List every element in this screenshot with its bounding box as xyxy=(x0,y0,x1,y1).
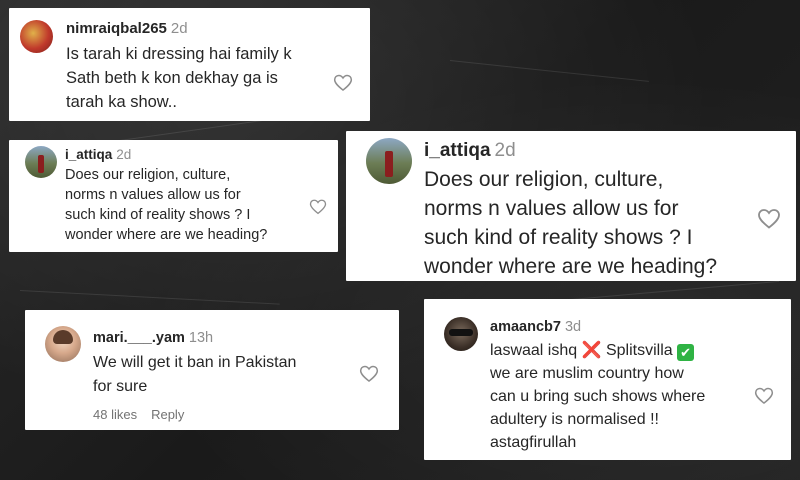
reply-button[interactable]: Reply xyxy=(151,407,184,422)
comment-text: laswaal ishq ❌ Splitsvilla ✔ we are musl… xyxy=(490,342,706,451)
comment-card: mari.___.yam 13h We will get it ban in Pa… xyxy=(25,310,399,430)
avatar[interactable] xyxy=(444,317,478,351)
background-texture xyxy=(19,290,280,305)
comment-card: i_attiqa 2d Does our religion, culture, n… xyxy=(9,140,338,252)
comment-age: 3d xyxy=(564,319,582,335)
likes-count[interactable]: 48 likes xyxy=(93,407,137,422)
check-mark-icon: ✔ xyxy=(677,344,695,361)
comment-text: We will get it ban in Pakistan for sure xyxy=(93,354,297,395)
comment-age: 2d xyxy=(170,20,188,37)
comment-username[interactable]: amaancb7 3d xyxy=(490,319,581,335)
heart-outline-icon[interactable] xyxy=(757,207,781,231)
comment-text: Does our religion, culture, norms n valu… xyxy=(65,167,268,243)
heart-outline-icon[interactable] xyxy=(359,364,379,384)
comment-username[interactable]: nimraiqbal265 2d xyxy=(66,20,188,37)
avatar[interactable] xyxy=(20,20,53,53)
comment-meta: 48 likes Reply xyxy=(93,407,198,422)
avatar[interactable] xyxy=(366,138,412,184)
comment-username[interactable]: i_attiqa 2d xyxy=(424,140,516,162)
avatar[interactable] xyxy=(25,146,57,178)
comment-text: Is tarah ki dressing hai family k Sath b… xyxy=(66,45,292,111)
heart-outline-icon[interactable] xyxy=(754,386,774,406)
comment-age: 13h xyxy=(188,330,214,346)
comment-card: i_attiqa 2d Does our religion, culture, n… xyxy=(346,131,796,281)
heart-outline-icon[interactable] xyxy=(309,198,327,216)
comment-age: 2d xyxy=(116,147,132,162)
comment-username[interactable]: i_attiqa 2d xyxy=(65,147,131,162)
background-texture xyxy=(559,280,780,301)
avatar[interactable] xyxy=(45,326,81,362)
background-texture xyxy=(449,60,649,82)
comment-card: nimraiqbal265 2d Is tarah ki dressing hai… xyxy=(9,8,370,121)
heart-outline-icon[interactable] xyxy=(333,73,353,93)
comment-username[interactable]: mari.___.yam 13h xyxy=(93,330,213,346)
comment-card: amaancb7 3d laswaal ishq ❌ Splitsvilla ✔ … xyxy=(424,299,791,460)
comment-text: Does our religion, culture, norms n valu… xyxy=(424,168,718,278)
comment-age: 2d xyxy=(494,140,516,161)
cross-mark-icon: ❌ xyxy=(581,342,602,359)
